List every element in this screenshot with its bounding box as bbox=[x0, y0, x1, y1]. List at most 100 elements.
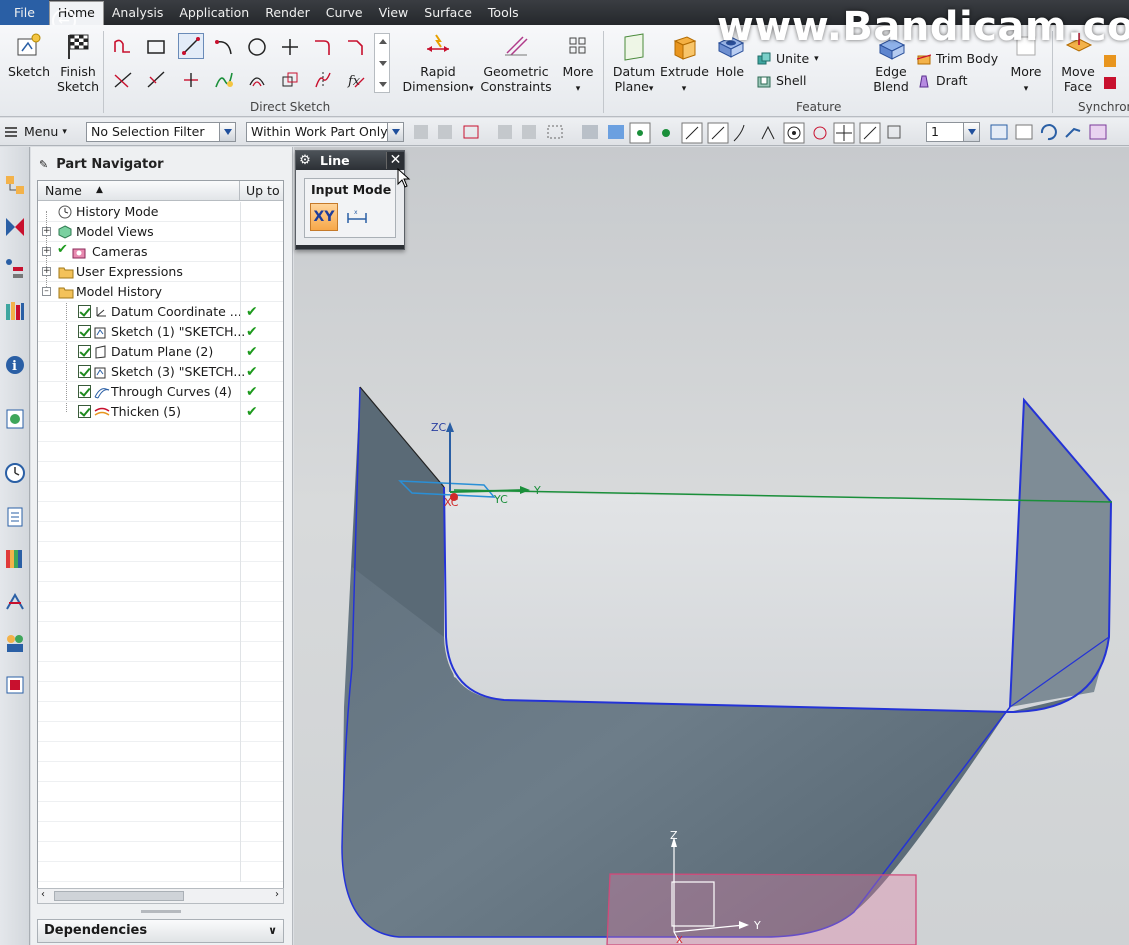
dependencies-panel-header[interactable]: Dependencies ∨ bbox=[37, 919, 284, 943]
tree-row-model-views[interactable]: + Model Views bbox=[38, 222, 283, 242]
trim-tool-icon[interactable] bbox=[110, 67, 136, 93]
visibility-checkbox[interactable] bbox=[78, 325, 91, 338]
pin-icon[interactable]: ✎ bbox=[39, 158, 48, 171]
datum-plane-button[interactable]: Datum Plane▾ bbox=[609, 31, 659, 97]
chamfer-tool-icon[interactable] bbox=[343, 34, 369, 60]
visibility-checkbox[interactable] bbox=[78, 385, 91, 398]
filter-icons bbox=[414, 125, 624, 139]
scroll-left-icon[interactable]: ‹ bbox=[41, 889, 45, 900]
tree-row-cameras[interactable]: + ✔ Cameras bbox=[38, 242, 283, 262]
circle-tool-icon[interactable] bbox=[244, 34, 270, 60]
menu-button[interactable]: Menu ▾ bbox=[4, 124, 67, 139]
menu-surface[interactable]: Surface bbox=[416, 0, 480, 25]
history-icon[interactable] bbox=[3, 461, 27, 485]
fx-curve-icon[interactable]: fx bbox=[343, 67, 369, 93]
expand-icon[interactable]: + bbox=[42, 247, 51, 256]
sync-tool-icon[interactable] bbox=[1104, 55, 1116, 67]
selection-filter-dropdown[interactable]: No Selection Filter bbox=[86, 122, 236, 142]
chevron-down-icon[interactable]: ∨ bbox=[268, 920, 277, 942]
more-sketch-button[interactable]: More ▾ bbox=[558, 31, 598, 97]
web-browser-icon[interactable] bbox=[3, 407, 27, 431]
rapid-dimension-button[interactable]: Rapid Dimension▾ bbox=[400, 31, 476, 97]
tree-row-sketch-1[interactable]: Sketch (1) "SKETCH... ✔ bbox=[38, 322, 283, 342]
close-icon[interactable]: ✕ bbox=[386, 152, 404, 169]
line-tool-icon[interactable] bbox=[178, 33, 204, 59]
roles-icon[interactable] bbox=[3, 589, 27, 613]
xy-mode-button[interactable]: XY bbox=[310, 203, 338, 231]
geometric-constraints-button[interactable]: Geometric Constraints bbox=[480, 31, 552, 94]
point-tool-icon[interactable] bbox=[277, 34, 303, 60]
visibility-checkbox[interactable] bbox=[78, 365, 91, 378]
process-studio-icon[interactable] bbox=[3, 505, 27, 529]
offset-curve-icon[interactable] bbox=[244, 67, 270, 93]
hd3d-tools-icon[interactable]: i bbox=[3, 353, 27, 377]
menu-analysis[interactable]: Analysis bbox=[104, 0, 172, 25]
collapse-icon[interactable]: – bbox=[42, 287, 51, 296]
parameter-mode-icon[interactable]: x bbox=[345, 207, 369, 227]
rotate-icon[interactable] bbox=[1040, 124, 1057, 141]
part-navigator-icon[interactable] bbox=[3, 257, 27, 281]
model-canvas[interactable]: ZC Y YC XC Z Y X bbox=[294, 147, 1129, 945]
gallery-scroll[interactable] bbox=[374, 33, 390, 93]
visibility-checkbox[interactable] bbox=[78, 305, 91, 318]
gear-icon[interactable]: ⚙ bbox=[296, 153, 314, 168]
tree-row-datum-plane[interactable]: Datum Plane (2) ✔ bbox=[38, 342, 283, 362]
finish-sketch-button[interactable]: Finish Sketch bbox=[56, 31, 100, 94]
mirror-curve-icon[interactable] bbox=[310, 67, 336, 93]
reuse-library-icon[interactable] bbox=[3, 299, 27, 323]
menu-application[interactable]: Application bbox=[171, 0, 257, 25]
system-scenes-icon[interactable] bbox=[3, 631, 27, 655]
sync-tool-icon[interactable] bbox=[1104, 77, 1116, 89]
layer-dropdown[interactable]: 1 bbox=[926, 122, 980, 142]
menu-curve[interactable]: Curve bbox=[318, 0, 371, 25]
expand-icon[interactable]: + bbox=[42, 227, 51, 236]
rectangle-tool-icon[interactable] bbox=[143, 34, 169, 60]
datum-plane[interactable] bbox=[606, 873, 917, 945]
tree-row-model-history[interactable]: – Model History bbox=[38, 282, 283, 302]
menu-tools[interactable]: Tools bbox=[480, 0, 527, 25]
fillet-tool-icon[interactable] bbox=[310, 34, 336, 60]
column-name[interactable]: Name ▲ bbox=[38, 181, 240, 200]
fit-view-icon[interactable] bbox=[990, 124, 1008, 140]
pan-icon[interactable] bbox=[1065, 127, 1081, 138]
tree-row-user-expressions[interactable]: + User Expressions bbox=[38, 262, 283, 282]
zoom-icon[interactable] bbox=[1015, 124, 1033, 140]
scroll-right-icon[interactable]: › bbox=[275, 889, 279, 900]
scope-dropdown[interactable]: Within Work Part Only bbox=[246, 122, 404, 142]
shell-button[interactable]: Shell bbox=[757, 73, 807, 88]
profile-tool-icon[interactable] bbox=[110, 34, 136, 60]
render-style-icon[interactable] bbox=[1089, 124, 1107, 140]
column-upto[interactable]: Up to bbox=[240, 181, 283, 200]
visibility-checkbox[interactable] bbox=[78, 345, 91, 358]
expand-icon[interactable]: + bbox=[42, 267, 51, 276]
draft-button[interactable]: Draft bbox=[917, 73, 968, 88]
graphics-viewport[interactable]: ZC Y YC XC Z Y X bbox=[294, 147, 1129, 945]
tree-row-sketch-3[interactable]: Sketch (3) "SKETCH... ✔ bbox=[38, 362, 283, 382]
constraint-navigator-icon[interactable] bbox=[3, 215, 27, 239]
splitter-handle[interactable] bbox=[141, 910, 181, 913]
unite-button[interactable]: Unite ▾ bbox=[757, 51, 819, 66]
tree-horizontal-scrollbar[interactable]: ‹ › bbox=[37, 888, 284, 904]
palette-icon[interactable] bbox=[3, 673, 27, 697]
assembly-navigator-icon[interactable] bbox=[3, 173, 27, 197]
tree-row-history-mode[interactable]: History Mode bbox=[38, 202, 283, 222]
tree-row-through-curves[interactable]: Through Curves (4) ✔ bbox=[38, 382, 283, 402]
scroll-thumb[interactable] bbox=[54, 891, 184, 901]
extend-tool-icon[interactable] bbox=[143, 67, 169, 93]
menu-render[interactable]: Render bbox=[257, 0, 318, 25]
arc-tool-icon[interactable] bbox=[211, 34, 237, 60]
layer-value: 1 bbox=[931, 124, 939, 139]
menu-view[interactable]: View bbox=[371, 0, 417, 25]
manufacturing-wizards-icon[interactable] bbox=[3, 547, 27, 571]
make-corner-icon[interactable] bbox=[178, 67, 204, 93]
pattern-curve-icon[interactable] bbox=[277, 67, 303, 93]
line-dialog-titlebar[interactable]: ⚙ Line ✕ bbox=[296, 151, 404, 170]
sketch-button[interactable]: Sketch bbox=[6, 31, 52, 79]
studio-spline-icon[interactable] bbox=[211, 67, 237, 93]
visibility-checkbox[interactable] bbox=[78, 405, 91, 418]
menu-file[interactable]: File bbox=[0, 0, 49, 25]
tree-row-datum-csys[interactable]: Datum Coordinate ... ✔ bbox=[38, 302, 283, 322]
trim-body-button[interactable]: Trim Body bbox=[917, 51, 998, 66]
tree-row-thicken[interactable]: Thicken (5) ✔ bbox=[38, 402, 283, 422]
extrude-button[interactable]: Extrude ▾ bbox=[660, 31, 709, 97]
